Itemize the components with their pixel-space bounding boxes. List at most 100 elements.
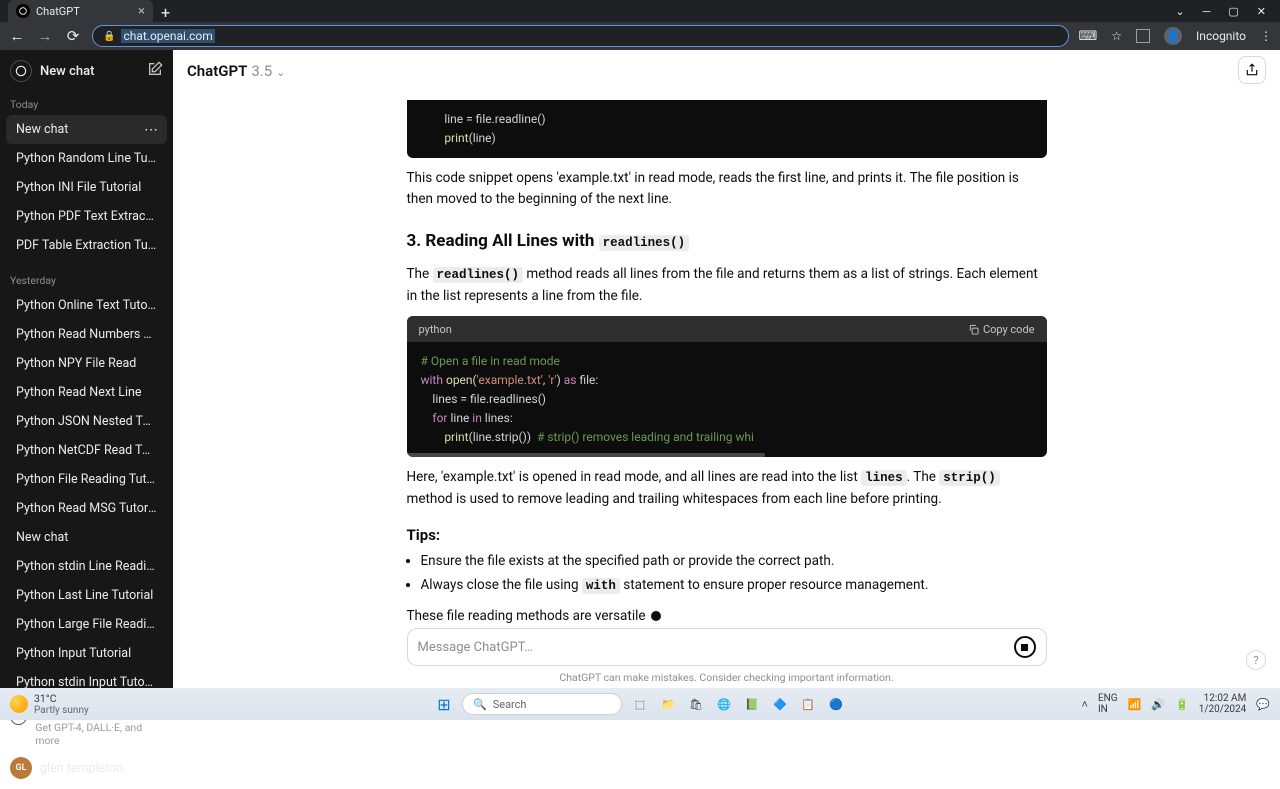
upgrade-subtitle: Get GPT-4, DALL·E, and more xyxy=(35,721,163,747)
openai-logo-icon xyxy=(10,60,32,82)
avatar: GL xyxy=(10,757,32,779)
app-icon[interactable]: 🔷 xyxy=(770,694,790,714)
battery-icon[interactable]: 🔋 xyxy=(1175,698,1189,711)
taskbar-search[interactable]: 🔍 Search xyxy=(462,693,622,715)
code-block-1: line = file.readline() print(line) xyxy=(407,100,1047,158)
browser-menu-icon[interactable]: ⋮ xyxy=(1260,29,1272,43)
code-block-2: python Copy code # Open a file in read m… xyxy=(407,316,1047,457)
help-button[interactable]: ? xyxy=(1246,650,1266,670)
sidebar-item[interactable]: Python File Reading Tutorial xyxy=(6,465,167,494)
tab-close-icon[interactable]: × xyxy=(138,4,145,19)
sidebar-item[interactable]: New chat xyxy=(6,523,167,552)
browser-toolbar: ← → ⟳ 🔒 chat.openai.com ⌨ ☆ 👤 Incognito … xyxy=(0,22,1280,50)
weather-widget[interactable]: 31°C Partly sunny xyxy=(10,692,89,716)
translate-icon[interactable]: ⌨ xyxy=(1079,29,1098,44)
paragraph: The readlines() method reads all lines f… xyxy=(407,264,1047,306)
language-indicator[interactable]: ENGIN xyxy=(1098,693,1118,715)
weather-cond: Partly sunny xyxy=(34,705,89,716)
volume-icon[interactable]: 🔊 xyxy=(1151,698,1165,711)
incognito-label: Incognito xyxy=(1196,29,1246,43)
sidebar-item[interactable]: Python PDF Text Extraction xyxy=(6,202,167,231)
windows-taskbar: 31°C Partly sunny ⊞ 🔍 Search ⬚ 📁 🛍 🌐 📗 🔷… xyxy=(0,688,1280,720)
forward-button[interactable]: → xyxy=(36,27,54,45)
sidebar-section-today: Today xyxy=(0,92,173,115)
tab-title: ChatGPT xyxy=(36,5,80,18)
search-icon: 🔍 xyxy=(473,698,487,711)
message-input[interactable]: Message ChatGPT… xyxy=(407,628,1047,666)
profile-menu[interactable]: GL glen templeton xyxy=(10,757,163,779)
browser-tab[interactable]: ChatGPT × xyxy=(8,0,153,22)
tips-list: Ensure the file exists at the specified … xyxy=(421,551,1047,596)
input-placeholder: Message ChatGPT… xyxy=(418,640,533,655)
main-area: ChatGPT 3.5 ⌄ line = file.readline() pri… xyxy=(173,50,1280,688)
maximize-icon[interactable]: ▢ xyxy=(1228,5,1238,18)
chatgpt-favicon xyxy=(16,4,30,18)
code-language: python xyxy=(419,321,452,338)
tray-chevron-icon[interactable]: ˄ xyxy=(1082,698,1088,711)
explorer-icon[interactable]: 📁 xyxy=(658,694,678,714)
close-window-icon[interactable]: ✕ xyxy=(1257,5,1266,18)
sidebar-item[interactable]: Python Read MSG Tutorial xyxy=(6,494,167,523)
conversation-content[interactable]: line = file.readline() print(line) This … xyxy=(173,50,1280,628)
window-controls: ⌄ ─ ▢ ✕ xyxy=(1161,0,1280,22)
sidebar-section-yesterday: Yesterday xyxy=(0,268,173,291)
extensions-icon[interactable] xyxy=(1136,29,1150,43)
paragraph: This code snippet opens 'example.txt' in… xyxy=(407,168,1047,210)
paragraph-streaming: These file reading methods are versatile xyxy=(407,606,1047,627)
sidebar-item[interactable]: Python JSON Nested Tutorial xyxy=(6,407,167,436)
task-view-icon[interactable]: ⬚ xyxy=(630,694,650,714)
sidebar-item[interactable]: PDF Table Extraction Tutorial xyxy=(6,231,167,260)
disclaimer-text: ChatGPT can make mistakes. Consider chec… xyxy=(559,671,893,684)
sidebar-item[interactable]: New chat⋯ xyxy=(6,115,167,144)
minimize-icon[interactable]: ─ xyxy=(1203,5,1211,18)
chrome-icon[interactable]: 🔵 xyxy=(826,694,846,714)
reload-button[interactable]: ⟳ xyxy=(64,27,82,45)
store-icon[interactable]: 🛍 xyxy=(686,694,706,714)
new-chat-label: New chat xyxy=(40,64,94,79)
sidebar-item[interactable]: Python Random Line Tutorial xyxy=(6,144,167,173)
stop-generating-button[interactable] xyxy=(1014,636,1036,658)
tips-heading: Tips: xyxy=(407,524,1047,547)
new-tab-button[interactable]: + xyxy=(153,3,178,22)
copy-code-button[interactable]: Copy code xyxy=(968,321,1035,338)
incognito-icon: 👤 xyxy=(1164,27,1182,45)
stop-icon xyxy=(1021,644,1028,651)
model-selector[interactable]: ChatGPT 3.5 ⌄ xyxy=(187,61,285,80)
chevron-down-icon[interactable]: ⌄ xyxy=(1175,5,1184,18)
main-header: ChatGPT 3.5 ⌄ xyxy=(173,50,1280,90)
wifi-icon[interactable]: 📶 xyxy=(1128,698,1142,711)
bookmark-icon[interactable]: ☆ xyxy=(1111,29,1122,43)
sidebar-header[interactable]: New chat xyxy=(0,50,173,92)
share-button[interactable] xyxy=(1238,56,1266,84)
compose-icon[interactable] xyxy=(147,61,163,81)
url-text: chat.openai.com xyxy=(121,29,214,43)
sidebar-item[interactable]: Python Large File Reading xyxy=(6,610,167,639)
more-icon[interactable]: ⋯ xyxy=(144,122,159,138)
sidebar-item[interactable]: Python NetCDF Read Tutorial xyxy=(6,436,167,465)
weather-icon xyxy=(10,695,28,713)
sidebar-item[interactable]: Python Last Line Tutorial xyxy=(6,581,167,610)
sidebar-item[interactable]: Python INI File Tutorial xyxy=(6,173,167,202)
code-header: python Copy code xyxy=(407,316,1047,342)
sidebar-item[interactable]: Python Read Numbers Tutorial xyxy=(6,320,167,349)
sidebar-item[interactable]: Python NPY File Read xyxy=(6,349,167,378)
app-icon[interactable]: 📗 xyxy=(742,694,762,714)
browser-titlebar: ChatGPT × + ⌄ ─ ▢ ✕ xyxy=(0,0,1280,22)
horizontal-scrollbar[interactable] xyxy=(407,453,765,457)
list-item: Always close the file using with stateme… xyxy=(421,575,1047,596)
notifications-icon[interactable]: 💬 xyxy=(1256,698,1270,711)
sidebar-item[interactable]: Python Read Next Line xyxy=(6,378,167,407)
input-area: Message ChatGPT… ChatGPT can make mistak… xyxy=(173,628,1280,688)
sidebar-item[interactable]: Python Input Tutorial xyxy=(6,639,167,668)
address-bar[interactable]: 🔒 chat.openai.com xyxy=(92,25,1069,47)
sidebar-item[interactable]: Python stdin Line Reading xyxy=(6,552,167,581)
app-icon[interactable]: 📋 xyxy=(798,694,818,714)
clock[interactable]: 12:02 AM 1/20/2024 xyxy=(1199,693,1247,716)
start-button[interactable]: ⊞ xyxy=(434,694,454,714)
paragraph: Here, 'example.txt' is opened in read mo… xyxy=(407,467,1047,509)
sidebar-item[interactable]: Python Online Text Tutorial xyxy=(6,291,167,320)
lock-icon: 🔒 xyxy=(103,31,115,42)
edge-icon[interactable]: 🌐 xyxy=(714,694,734,714)
back-button[interactable]: ← xyxy=(8,27,26,45)
sidebar: New chat Today New chat⋯ Python Random L… xyxy=(0,50,173,688)
